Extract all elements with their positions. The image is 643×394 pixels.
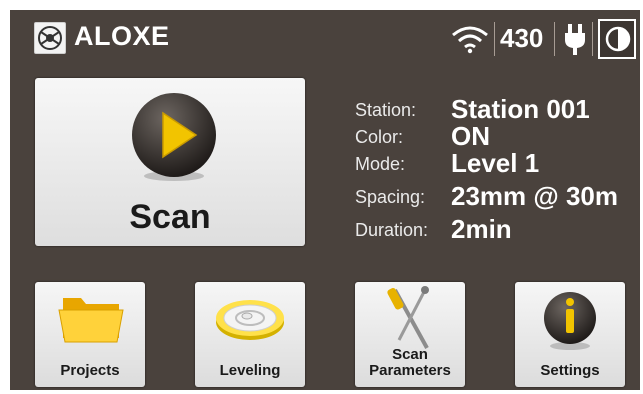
info-row-station: Station: Station 001 [355,94,640,127]
device-screen: ALOXE 430 Scan Station: Station 001 Colo… [10,10,640,390]
info-key: Spacing: [355,187,426,207]
contrast-icon [605,26,631,52]
info-icon [544,292,596,350]
settings-button[interactable]: Settings [515,282,625,387]
status-separator [554,22,555,56]
info-value: 23mm @ 30m [451,181,618,211]
power-plug-icon [565,24,585,55]
leveling-label: Leveling [219,362,281,379]
tools-icon [387,286,429,349]
projects-button[interactable]: Projects [35,282,145,387]
info-value: Level 1 [451,148,540,178]
scan-info-panel: Station: Station 001 Color: ON Mode: Lev… [355,94,640,247]
contrast-button[interactable] [598,19,636,59]
info-row-spacing: Spacing: 23mm @ 30m [355,181,640,214]
play-icon [132,93,216,181]
scan-parameters-label-line1: Scan [392,346,428,363]
status-separator [592,22,593,56]
scan-button[interactable]: Scan [35,78,305,246]
info-key: Mode: [355,154,406,174]
top-bar: ALOXE 430 [10,10,640,68]
status-separator [494,22,495,56]
info-value: 2min [451,214,512,244]
projects-label: Projects [60,362,120,379]
logo-icon [34,22,66,54]
scan-parameters-label-line2: Parameters [369,362,451,379]
scan-label: Scan [129,198,211,236]
info-key: Duration: [355,220,429,240]
status-area: 430 [450,18,640,60]
info-row-duration: Duration: 2min [355,214,640,247]
info-row-mode: Mode: Level 1 [355,148,640,181]
info-key: Color: [355,127,404,147]
wifi-icon [452,26,488,54]
scan-parameters-label: Scan Parameters [355,347,465,379]
leveling-button[interactable]: Leveling [195,282,305,387]
brand-name: ALOXE [74,21,170,51]
point-count: 430 [500,23,544,53]
info-key: Station: [355,100,417,120]
settings-label: Settings [540,362,600,379]
scan-parameters-button[interactable]: Scan Parameters [355,282,465,387]
folder-icon [58,298,124,343]
level-icon [216,300,284,340]
